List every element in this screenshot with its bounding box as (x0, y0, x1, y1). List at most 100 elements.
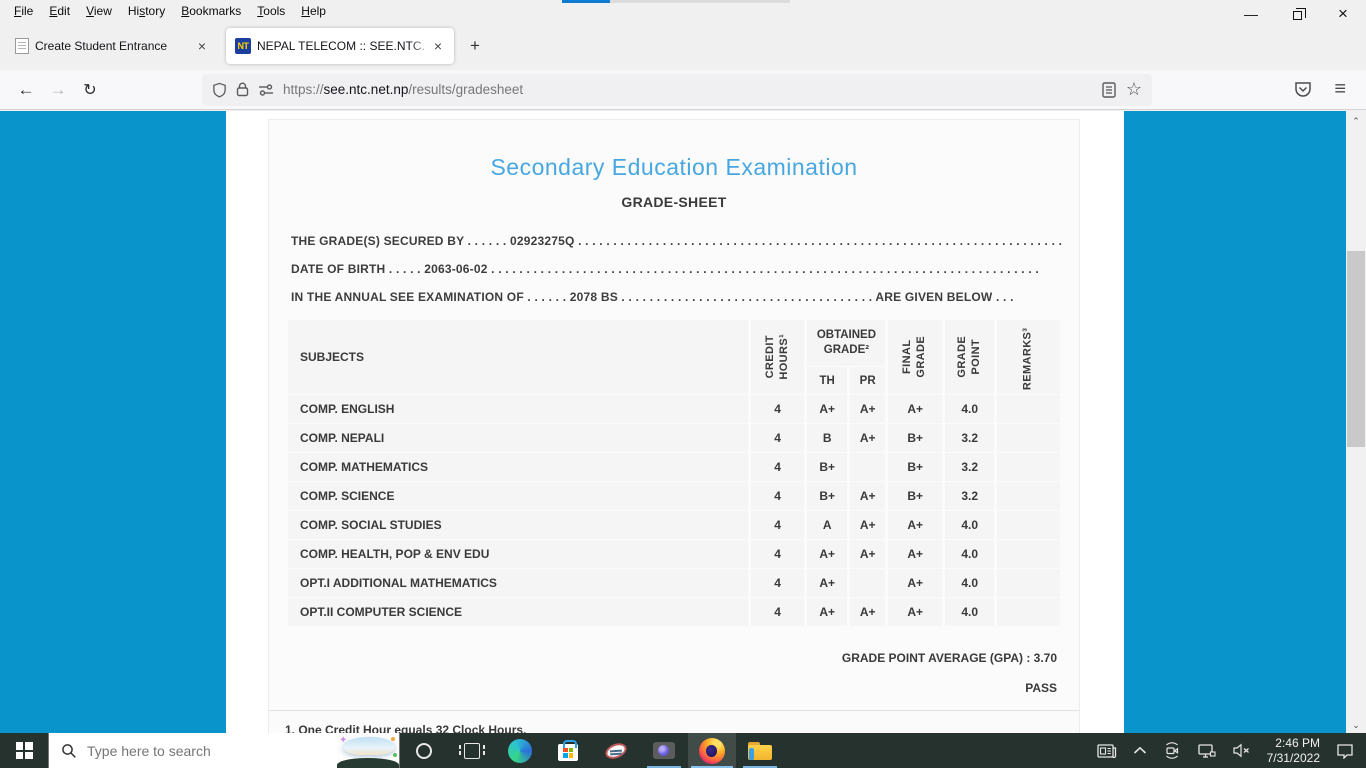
new-tab-button[interactable]: + (460, 31, 490, 61)
final-grade-cell: B+ (888, 482, 942, 510)
subject-cell: COMP. SCIENCE (288, 482, 748, 510)
tab-nepal-telecom[interactable]: NT NEPAL TELECOM :: SEE.NTC.NET × (226, 28, 454, 64)
final-grade-cell: B+ (888, 453, 942, 481)
speaker-muted-icon (1233, 743, 1249, 758)
restore-icon (1292, 7, 1306, 20)
subject-cell: COMP. HEALTH, POP & ENV EDU (288, 540, 748, 568)
news-widget-button[interactable] (1089, 733, 1125, 768)
remarks-cell (997, 453, 1060, 481)
volume-tray-button[interactable] (1224, 733, 1259, 768)
grade-row: OPT.II COMPUTER SCIENCE 4 A+ A+ A+ 4.0 (288, 598, 1060, 626)
theory-grade-cell: B+ (807, 453, 847, 481)
task-view-icon (459, 742, 485, 759)
col-header-th: TH (807, 367, 847, 394)
practical-grade-cell (849, 569, 886, 597)
search-input[interactable] (87, 742, 337, 759)
edge-button[interactable] (496, 733, 544, 768)
search-highlight-image[interactable]: ✦ (337, 733, 399, 768)
final-grade-cell: B+ (888, 424, 942, 452)
subject-cell: COMP. NEPALI (288, 424, 748, 452)
search-icon (61, 743, 77, 759)
result-status: PASS (1025, 681, 1057, 695)
url-text[interactable]: https://see.ntc.net.np/results/gradeshee… (283, 82, 523, 97)
remarks-cell (997, 482, 1060, 510)
hidden-icons-button[interactable] (1125, 733, 1155, 768)
scrollbar-thumb[interactable] (1347, 251, 1365, 447)
app-menu-icon[interactable]: ≡ (1334, 78, 1346, 101)
remarks-cell (997, 424, 1060, 452)
url-bar[interactable]: https://see.ntc.net.np/results/gradeshee… (202, 73, 1152, 106)
taskbar-search[interactable]: ✦ (48, 733, 400, 768)
grade-point-cell: 3.2 (944, 453, 995, 481)
scroll-down-icon[interactable]: ⌄ (1346, 717, 1366, 733)
col-header-obtained-grade: OBTAINED GRADE² (807, 320, 886, 366)
task-view-button[interactable] (448, 733, 496, 768)
camera-circle-icon (1165, 742, 1178, 759)
grade-row: OPT.I ADDITIONAL MATHEMATICS 4 A+ A+ 4.0 (288, 569, 1060, 597)
windows-logo-icon (15, 742, 33, 759)
menu-item[interactable]: Tools (249, 2, 293, 20)
date-of-birth-line: DATE OF BIRTH . . . . . 2063-06-02 . . .… (291, 262, 1039, 276)
snipping-tool-button[interactable] (592, 733, 640, 768)
file-explorer-icon (748, 741, 772, 760)
file-explorer-button[interactable] (736, 733, 784, 768)
start-button[interactable] (0, 733, 48, 768)
back-button[interactable]: ← (10, 74, 42, 106)
clock-date: 7/31/2022 (1266, 750, 1320, 765)
practical-grade-cell: A+ (849, 424, 886, 452)
shield-icon[interactable] (212, 82, 227, 98)
camera-app-button[interactable] (640, 733, 688, 768)
close-button[interactable]: × (1320, 0, 1366, 28)
lock-icon[interactable] (236, 82, 249, 97)
cortana-button[interactable] (400, 733, 448, 768)
clock-time: 2:46 PM (1275, 735, 1320, 750)
menu-item[interactable]: History (120, 2, 173, 20)
cortana-icon (416, 742, 432, 759)
vertical-scrollbar[interactable]: ⌃ ⌄ (1346, 111, 1366, 733)
col-header-final-grade: FINAL GRADE (888, 320, 942, 394)
final-grade-cell: A+ (888, 569, 942, 597)
top-progress-strip (562, 0, 610, 3)
grades-secured-by-line: THE GRADE(S) SECURED BY . . . . . . 0292… (291, 234, 1063, 248)
forward-button[interactable]: → (42, 74, 74, 106)
firefox-button[interactable] (688, 733, 736, 768)
restore-button[interactable] (1274, 0, 1320, 28)
capture-tray-button[interactable] (1155, 733, 1189, 768)
minimize-button[interactable]: — (1228, 0, 1274, 28)
footnote-divider (269, 710, 1079, 711)
theory-grade-cell: A+ (807, 569, 847, 597)
grade-point-cell: 4.0 (944, 511, 995, 539)
subject-cell: COMP. MATHEMATICS (288, 453, 748, 481)
tab-create-student-entrance[interactable]: Create Student Entrance × (6, 28, 218, 64)
network-tray-button[interactable] (1189, 733, 1224, 768)
reader-mode-icon[interactable] (1102, 81, 1116, 98)
taskbar-clock[interactable]: 2:46 PM 7/31/2022 (1259, 736, 1328, 766)
permissions-icon[interactable] (258, 83, 274, 97)
bookmark-star-icon[interactable]: ☆ (1126, 79, 1142, 100)
network-icon (1197, 743, 1216, 758)
menu-item[interactable]: Bookmarks (173, 2, 249, 20)
action-center-button[interactable] (1328, 733, 1366, 768)
grade-row: COMP. MATHEMATICS 4 B+ B+ 3.2 (288, 453, 1060, 481)
reload-button[interactable]: ↻ (74, 74, 106, 106)
store-button[interactable] (544, 733, 592, 768)
grade-point-cell: 4.0 (944, 395, 995, 423)
scroll-up-icon[interactable]: ⌃ (1346, 113, 1366, 129)
grade-row: COMP. SCIENCE 4 B+ A+ B+ 3.2 (288, 482, 1060, 510)
practical-grade-cell: A+ (849, 482, 886, 510)
menu-item[interactable]: Edit (41, 2, 78, 20)
candidate-info: THE GRADE(S) SECURED BY . . . . . . 0292… (285, 227, 1063, 311)
menu-item[interactable]: View (78, 2, 120, 20)
theory-grade-cell: A+ (807, 598, 847, 626)
menu-item[interactable]: Help (293, 2, 334, 20)
grade-point-cell: 4.0 (944, 598, 995, 626)
pocket-icon[interactable] (1294, 81, 1312, 98)
tab-close-icon[interactable]: × (431, 38, 445, 54)
menu-item[interactable]: File (6, 2, 41, 20)
practical-grade-cell: A+ (849, 540, 886, 568)
tab-close-icon[interactable]: × (195, 38, 209, 54)
grade-point-cell: 3.2 (944, 482, 995, 510)
gpa-summary: GRADE POINT AVERAGE (GPA) : 3.70 (841, 651, 1057, 665)
grade-point-cell: 3.2 (944, 424, 995, 452)
camera-icon (653, 742, 675, 759)
